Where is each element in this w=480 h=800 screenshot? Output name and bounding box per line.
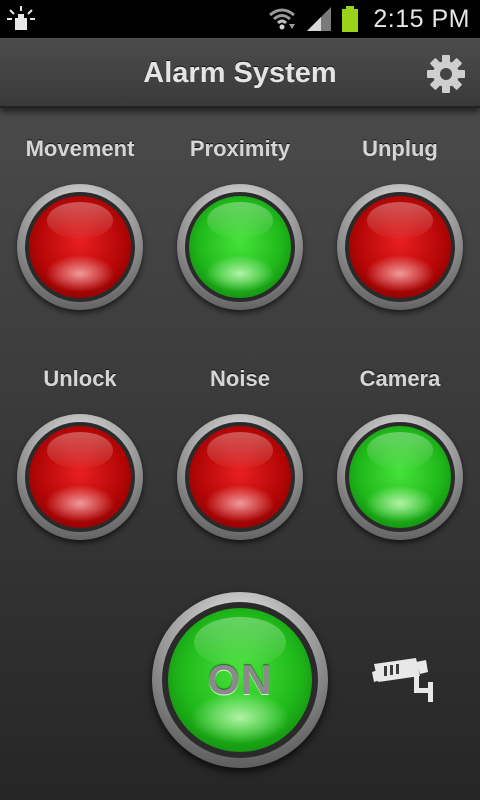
sensor-label-proximity: Proximity <box>189 136 291 161</box>
sensor-lamp-noise[interactable] <box>177 414 303 540</box>
security-camera-icon[interactable] <box>370 654 438 706</box>
sensor-lamp-camera[interactable] <box>337 414 463 540</box>
battery-icon <box>342 6 359 32</box>
status-icons: 2:15 PM <box>267 0 470 38</box>
noise-indicator <box>189 426 291 528</box>
status-bar: 2:15 PM <box>0 0 480 38</box>
sensor-panel: Movement Proximity Unplug Unlock Noise C… <box>0 108 480 800</box>
sensor-label-unlock: Unlock <box>43 366 117 391</box>
sensor-lamp-unlock[interactable] <box>17 414 143 540</box>
unplug-indicator <box>349 196 451 298</box>
sensor-lamp-proximity[interactable] <box>177 184 303 310</box>
app-header: Alarm System <box>0 38 480 108</box>
camera-indicator <box>349 426 451 528</box>
power-button-label: ON <box>207 656 273 703</box>
movement-indicator <box>29 196 131 298</box>
sensor-label-noise: Noise <box>210 366 270 391</box>
sensor-lamp-movement[interactable] <box>17 184 143 310</box>
power-on-button[interactable]: ON <box>152 592 328 768</box>
sensor-lamp-unplug[interactable] <box>337 184 463 310</box>
proximity-indicator <box>189 196 291 298</box>
signal-icon <box>307 7 332 31</box>
sensor-label-unplug: Unplug <box>362 136 438 161</box>
unlock-indicator <box>29 426 131 528</box>
page-title: Alarm System <box>143 57 337 89</box>
clock: 2:15 PM <box>373 4 470 33</box>
sensor-label-camera: Camera <box>359 366 441 391</box>
sensor-label-movement: Movement <box>25 136 135 161</box>
wifi-icon <box>269 8 296 30</box>
notification-icon <box>7 6 35 30</box>
gear-icon[interactable] <box>426 54 466 94</box>
